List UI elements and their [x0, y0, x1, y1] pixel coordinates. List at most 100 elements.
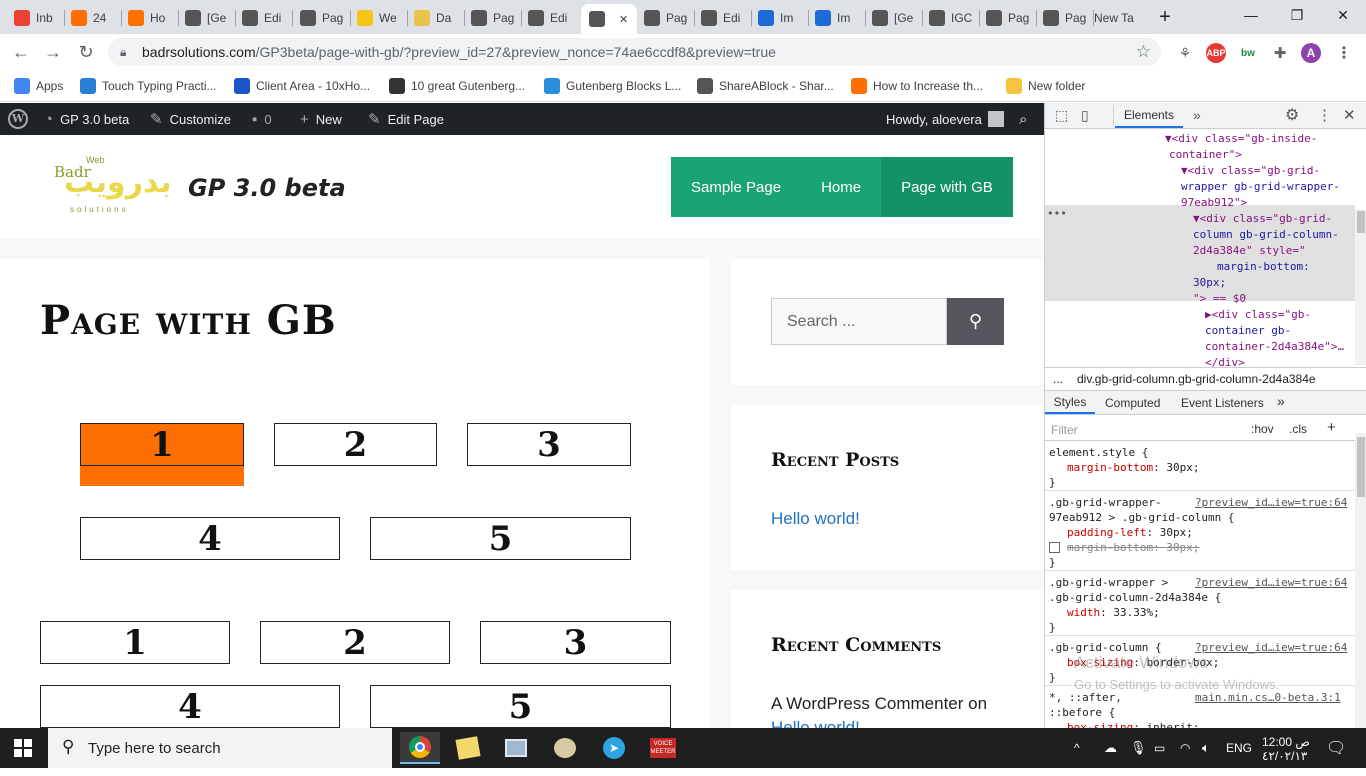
settings-gear-icon[interactable]: ⚙ [1285, 105, 1299, 125]
css-property[interactable]: margin-bottom [1067, 461, 1153, 474]
paint-taskbar-icon[interactable] [545, 732, 585, 764]
admin-search-icon[interactable]: ⌕ [1019, 103, 1027, 135]
css-value[interactable]: 30px; [1160, 526, 1193, 539]
screenshot-taskbar-icon[interactable] [496, 732, 536, 764]
dom-node-line[interactable]: 97eab912"> [1181, 195, 1247, 211]
menu-item-sample-page[interactable]: Sample Page [671, 157, 801, 217]
css-value[interactable]: 30px; [1166, 461, 1199, 474]
browser-tab[interactable]: Pag [467, 4, 519, 32]
styles-scroll-thumb[interactable] [1357, 437, 1365, 497]
bookmark-item[interactable]: Apps [14, 76, 63, 96]
dom-node-line[interactable]: container"> [1169, 147, 1242, 163]
css-declaration[interactable]: margin-bottom: 30px; [1067, 460, 1199, 475]
reload-icon[interactable]: ↻ [73, 39, 99, 65]
css-property[interactable]: padding-left [1067, 526, 1146, 539]
bookmark-item[interactable]: Touch Typing Practi... [80, 76, 217, 96]
profile-avatar[interactable]: A [1301, 43, 1321, 63]
css-selector[interactable]: .gb-grid-wrapper > [1049, 575, 1168, 590]
browser-tab[interactable]: Im [754, 4, 806, 32]
taskbar-search-input[interactable]: ⚲ Type here to search [48, 728, 392, 768]
dom-node-line[interactable]: 30px; [1193, 275, 1226, 291]
bookmark-star-icon[interactable]: ☆ [1136, 42, 1151, 62]
dom-node-line[interactable]: wrapper gb-grid-wrapper- [1181, 179, 1340, 195]
dom-node-line[interactable]: ▼<div class="gb-grid- [1193, 211, 1332, 227]
forward-icon[interactable]: → [40, 39, 66, 65]
browser-tab[interactable]: Im [811, 4, 863, 32]
dom-node-line[interactable]: "> == $0 [1193, 291, 1246, 307]
notes-taskbar-icon[interactable] [448, 732, 488, 764]
bookmark-item[interactable]: ShareABlock - Shar... [697, 76, 834, 96]
admin-site-link[interactable]: ◔ GP 3.0 beta [44, 103, 129, 135]
css-declaration[interactable]: width: 33.33%; [1067, 605, 1160, 620]
css-declaration[interactable]: padding-left: 30px; [1067, 525, 1193, 540]
css-declaration[interactable]: margin-bottom: 30px; [1049, 540, 1199, 555]
admin-new-link[interactable]: + New [300, 103, 342, 135]
menu-kebab-icon[interactable]: ⋮ [1334, 43, 1354, 63]
hov-toggle[interactable]: :hov [1251, 422, 1274, 436]
bw-extension-icon[interactable]: bw [1238, 43, 1258, 63]
breadcrumb-node[interactable]: div.gb-grid-column.gb-grid-column-2d4a38… [1077, 372, 1316, 386]
dom-node-line[interactable]: column gb-grid-column- [1193, 227, 1339, 243]
css-declaration[interactable]: box-sizing: inherit; [1067, 720, 1199, 728]
wifi-icon[interactable]: ◠ [1180, 728, 1190, 768]
inspect-element-icon[interactable]: ⬚ [1055, 107, 1068, 124]
browser-tab[interactable]: Edi [238, 4, 290, 32]
bookmark-item[interactable]: 10 great Gutenberg... [389, 76, 525, 96]
more-tabs-icon[interactable]: » [1277, 393, 1285, 409]
dom-node-line[interactable]: container-2d4a384e">… [1205, 339, 1344, 355]
clock-date[interactable]: ٤٢/٠٢/١٣ [1262, 736, 1307, 776]
bookmark-item[interactable]: Client Area - 10xHo... [234, 76, 370, 96]
css-value[interactable]: 30px; [1166, 541, 1199, 554]
browser-tab[interactable]: Pag [982, 4, 1034, 32]
tray-chevron-icon[interactable]: ^ [1074, 728, 1080, 768]
notifications-icon[interactable]: 🗨︎ [1326, 728, 1346, 768]
filter-input[interactable]: Filter [1051, 423, 1078, 437]
address-bar[interactable]: 🔒︎ badrsolutions.com/GP3beta/page-with-g… [108, 38, 1161, 66]
search-input[interactable]: Search ... [771, 298, 947, 345]
admin-comments-link[interactable]: ▪ 0 [252, 103, 272, 135]
css-selector[interactable]: element.style { [1049, 445, 1148, 460]
dom-node-line[interactable]: ▶<div class="gb- [1205, 307, 1311, 323]
tab-computed[interactable]: Computed [1105, 396, 1160, 410]
tab-styles[interactable]: Styles [1045, 391, 1095, 414]
bookmark-item[interactable]: How to Increase th... [851, 76, 983, 96]
tab-close-icon[interactable]: ✕ [619, 13, 628, 26]
voicemeeter-taskbar-icon[interactable]: VOICE MEETER [643, 732, 683, 764]
dom-scrollbar[interactable] [1355, 209, 1366, 365]
devtools-menu-icon[interactable]: ⋮ [1317, 106, 1332, 124]
css-property[interactable]: width [1067, 606, 1100, 619]
network-cloud-icon[interactable]: ☁ [1104, 728, 1117, 768]
back-icon[interactable]: ← [8, 39, 34, 65]
browser-tab[interactable]: New Ta [1090, 4, 1136, 32]
css-property[interactable]: box-sizing [1067, 721, 1133, 728]
browser-tab[interactable]: Inb [10, 4, 62, 32]
volume-icon[interactable]: 🔈︎ [1202, 728, 1210, 768]
windows-start-icon[interactable] [14, 739, 32, 757]
dom-scroll-thumb[interactable] [1357, 211, 1365, 233]
new-tab-button[interactable]: + [1142, 2, 1188, 32]
dom-node-line[interactable]: 2d4a384e" style=" [1193, 243, 1306, 259]
close-icon[interactable]: ✕ [1343, 106, 1356, 124]
browser-tab[interactable]: Da [410, 4, 462, 32]
admin-customize-link[interactable]: ✎ Customize [150, 103, 231, 135]
telegram-taskbar-icon[interactable]: ➤ [594, 732, 634, 764]
site-title[interactable]: GP 3.0 beta [188, 174, 346, 202]
css-source-link[interactable]: ?preview_id…iew=true:64 [1195, 640, 1347, 655]
node-more-icon[interactable]: ••• [1047, 207, 1067, 220]
bookmark-item[interactable]: New folder [1006, 76, 1085, 96]
microphone-icon[interactable]: 🎙︎ [1130, 728, 1147, 768]
browser-tab[interactable]: Ho [124, 4, 176, 32]
browser-tab[interactable]: Edi [697, 4, 749, 32]
maximize-icon[interactable]: ❐ [1274, 0, 1320, 30]
browser-tab[interactable]: [Ge [181, 4, 233, 32]
property-checkbox[interactable] [1049, 542, 1060, 553]
css-source-link[interactable]: ?preview_id…iew=true:64 [1195, 575, 1347, 590]
bookmark-item[interactable]: Gutenberg Blocks L... [544, 76, 681, 96]
adblock-icon[interactable]: ABP [1206, 43, 1226, 63]
breadcrumb-ellipsis[interactable]: ... [1053, 372, 1063, 386]
minimize-icon[interactable]: — [1228, 0, 1274, 30]
window-close-icon[interactable]: ✕ [1320, 0, 1366, 30]
browser-tab[interactable]: Pag [1039, 4, 1091, 32]
browser-tab[interactable]: [Ge [868, 4, 920, 32]
recent-comment-link[interactable]: Hello world! [771, 718, 860, 728]
